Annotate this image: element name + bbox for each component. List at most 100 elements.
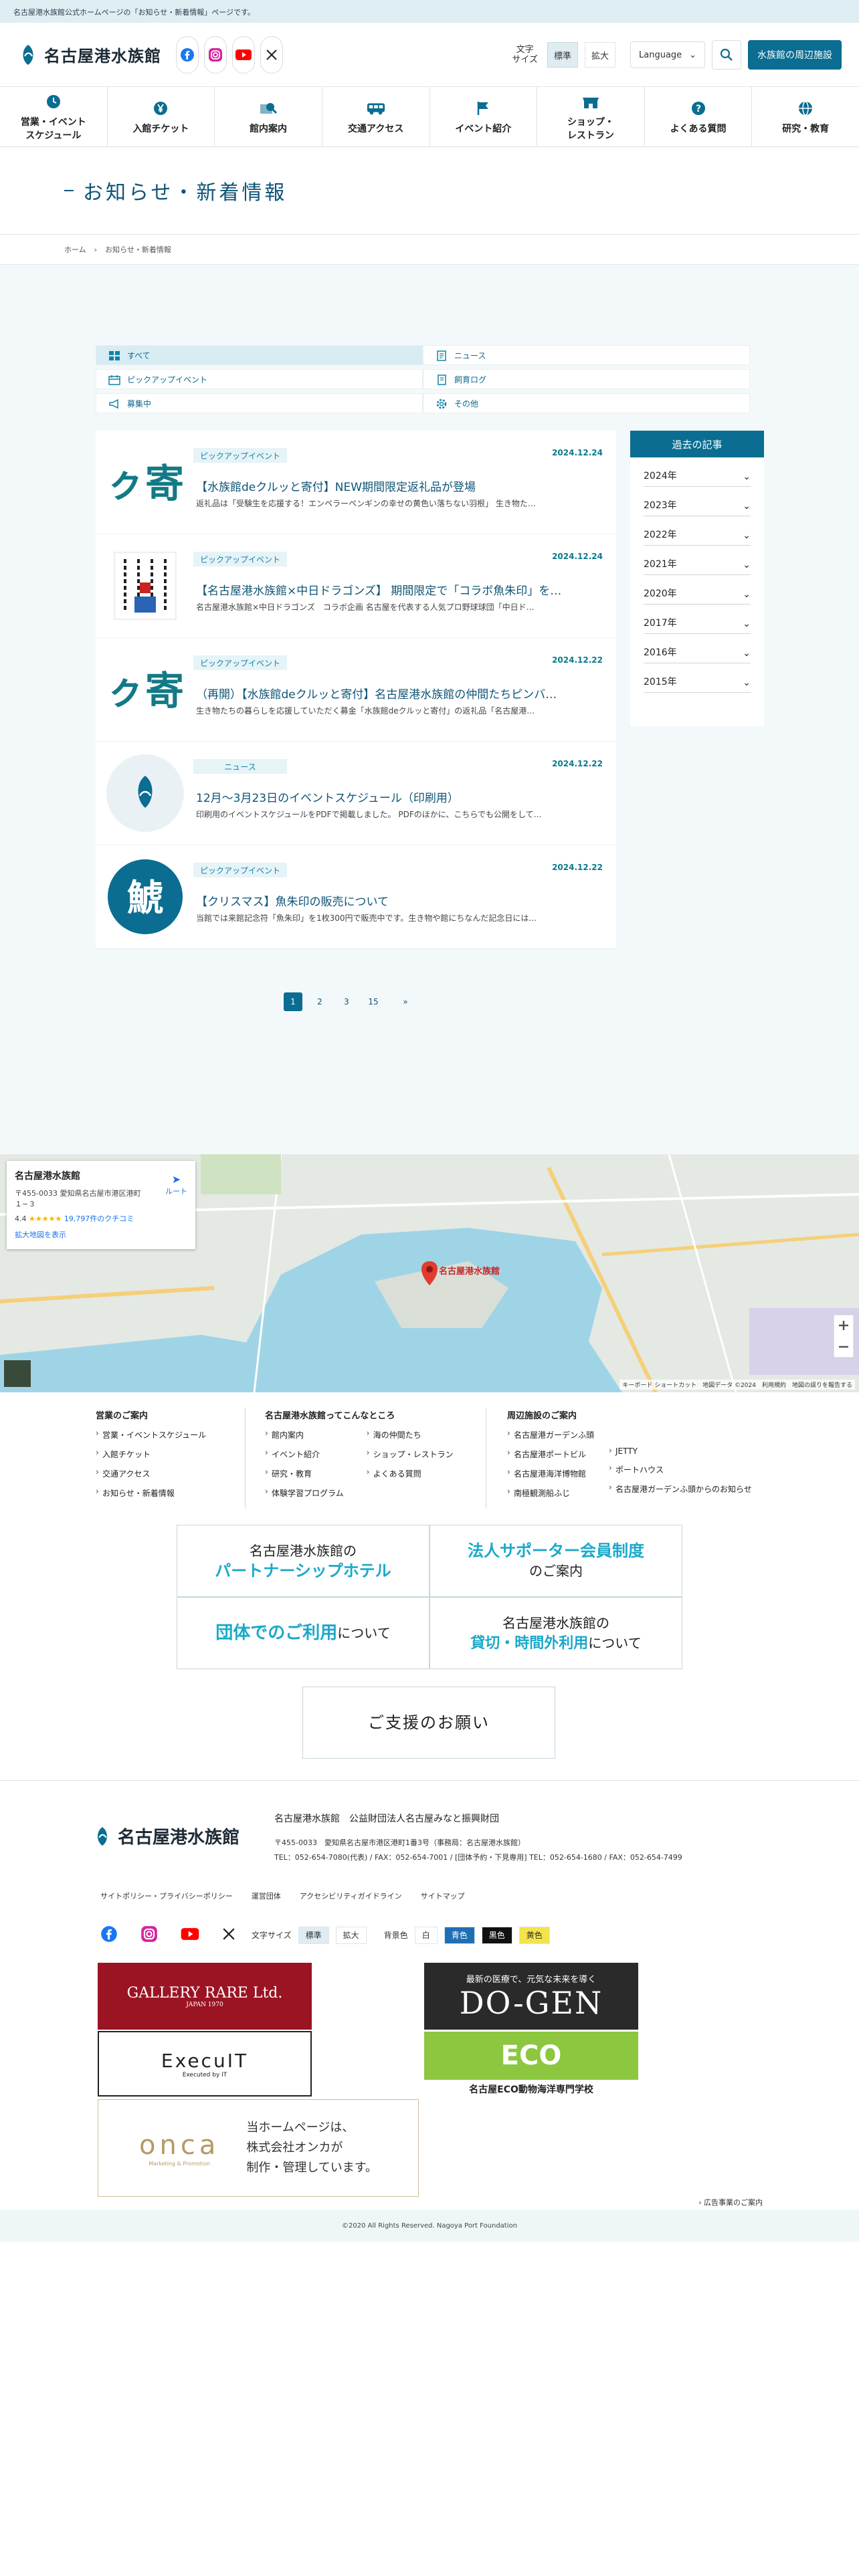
tab-news[interactable]: ニュース: [423, 345, 750, 365]
banner-text: について: [588, 1634, 642, 1651]
page-15-button[interactable]: 15: [364, 992, 383, 1011]
news-category-badge: ピックアップイベント: [193, 863, 287, 877]
private-rental-banner[interactable]: 名古屋港水族館の 貸切・時間外利用について: [430, 1597, 682, 1669]
tab-breeding-log[interactable]: 飼育ログ: [423, 369, 750, 389]
footer-link[interactable]: お知らせ・新着情報: [96, 1487, 206, 1499]
archive-year-select[interactable]: 2015年 ⌄: [644, 663, 751, 693]
nav-access[interactable]: 交通アクセス: [322, 87, 430, 146]
tab-pickup-event[interactable]: ピックアップイベント: [96, 369, 423, 389]
map-reviews-link[interactable]: 19,797件のクチコミ: [64, 1214, 134, 1223]
footer-link[interactable]: ポートハウス: [609, 1463, 752, 1475]
archive-year-select[interactable]: 2023年 ⌄: [644, 487, 751, 516]
font-size-large-button[interactable]: 拡大: [585, 42, 615, 68]
sponsor-execuit[interactable]: ExecuIT Executed by IT: [98, 2031, 312, 2097]
breadcrumb-home[interactable]: ホーム: [64, 244, 86, 255]
news-item[interactable]: ピックアップイベント 2024.12.24 【名古屋港水族館×中日ドラゴンズ】 …: [96, 534, 616, 638]
footer-link[interactable]: 交通アクセス: [96, 1467, 206, 1479]
bg-yellow-button[interactable]: 黄色: [518, 1926, 550, 1944]
nav-research[interactable]: 研究・教育: [752, 87, 859, 146]
news-category-badge: ニュース: [193, 759, 287, 774]
surrounding-facilities-button[interactable]: 水族館の周辺施設: [748, 40, 842, 70]
archive-year-select[interactable]: 2017年 ⌄: [644, 605, 751, 634]
x-twitter-icon[interactable]: [222, 1927, 235, 1943]
archive-year-select[interactable]: 2021年 ⌄: [644, 546, 751, 575]
map-pin-label: 名古屋港水族館: [439, 1267, 500, 1277]
bg-blue-button[interactable]: 青色: [444, 1926, 475, 1944]
page-1-button[interactable]: 1: [284, 992, 302, 1011]
news-item[interactable]: ㇰ寄 ピックアップイベント 2024.12.22 （再開）【水族館deクルッと寄…: [96, 638, 616, 742]
archive-year-select[interactable]: 2024年 ⌄: [644, 457, 751, 487]
logo-mark-icon: [98, 1826, 107, 1846]
sponsor-do-gen[interactable]: 最新の医療で、元気な未来を導く DO-GEN: [424, 1963, 638, 2030]
footer-link[interactable]: 南極観測船ふじ: [507, 1487, 594, 1499]
footer-link[interactable]: 体験学習プログラム: [265, 1487, 344, 1499]
footer-link[interactable]: 営業・イベントスケジュール: [96, 1428, 206, 1440]
map-enlarge-link[interactable]: 拡大地図を表示: [15, 1229, 187, 1240]
footer-link[interactable]: 名古屋港ポートビル: [507, 1448, 594, 1460]
font-size-standard-button[interactable]: 標準: [547, 42, 578, 68]
group-use-banner[interactable]: 団体でのご利用 について: [177, 1597, 430, 1669]
footer-col-surroundings: 周辺施設のご案内 名古屋港ガーデンふ頭 名古屋港ポートビル 名古屋港海洋博物館 …: [507, 1408, 752, 1507]
facebook-icon[interactable]: [176, 35, 199, 74]
news-item[interactable]: 鯱 ピックアップイベント 2024.12.22 【クリスマス】魚朱印の販売につい…: [96, 845, 616, 949]
archive-year-select[interactable]: 2020年 ⌄: [644, 575, 751, 605]
news-item[interactable]: ニュース 2024.12.22 12月～3月23日のイベントスケジュール（印刷用…: [96, 742, 616, 845]
footer-link[interactable]: 海の仲間たち: [367, 1428, 454, 1440]
language-select[interactable]: Language ⌄: [630, 41, 705, 68]
footer-link[interactable]: 名古屋港ガーデンふ頭からのお知らせ: [609, 1483, 752, 1495]
sponsor-onca[interactable]: onca Marketing & Promotion 当ホームページは、 株式会…: [98, 2099, 419, 2197]
footer-link[interactable]: イベント紹介: [265, 1448, 344, 1460]
footer-link[interactable]: よくある質問: [367, 1467, 454, 1479]
footer-link[interactable]: 名古屋港海洋博物館: [507, 1467, 594, 1479]
archive-year-select[interactable]: 2022年 ⌄: [644, 516, 751, 546]
bg-white-button[interactable]: 白: [414, 1926, 438, 1944]
facebook-icon[interactable]: [100, 1925, 118, 1945]
footer-logo[interactable]: 名古屋港水族館: [94, 1824, 240, 1848]
x-twitter-icon[interactable]: [260, 35, 283, 74]
tab-all[interactable]: すべて: [96, 345, 423, 365]
footer-link[interactable]: 入館チケット: [96, 1448, 206, 1460]
footer-utility-link[interactable]: サイトマップ: [421, 1891, 465, 1901]
footer-utility-link[interactable]: 運営団体: [252, 1891, 281, 1901]
tab-recruiting[interactable]: 募集中: [96, 393, 423, 413]
nav-faq[interactable]: ? よくある質問: [645, 87, 753, 146]
footer-utility-link[interactable]: サイトポリシー・プライバシーポリシー: [100, 1891, 233, 1901]
map-route-button[interactable]: ➤ ルート: [165, 1173, 187, 1196]
google-map[interactable]: 名古屋港水族館 名古屋港水族館 〒455-0033 愛知県名古屋市港区港町 １−…: [0, 1154, 859, 1392]
sponsor-eco-school[interactable]: ECO 名古屋ECO動物海洋専門学校: [424, 2031, 638, 2097]
sponsor-gallery-rare[interactable]: GALLERY RARE Ltd. JAPAN 1970: [98, 1963, 312, 2030]
footer-utility-link[interactable]: アクセシビリティガイドライン: [300, 1891, 402, 1901]
archive-year-select[interactable]: 2016年 ⌄: [644, 634, 751, 663]
map-route-label: ルート: [165, 1187, 187, 1196]
nav-shop[interactable]: ショップ・ レストラン: [537, 87, 645, 146]
footer-link[interactable]: 名古屋港ガーデンふ頭: [507, 1428, 594, 1440]
nav-schedule[interactable]: 営業・イベント スケジュール: [0, 87, 108, 146]
youtube-icon[interactable]: [181, 1927, 199, 1943]
page-2-button[interactable]: 2: [310, 992, 329, 1011]
partnership-hotel-banner[interactable]: 名古屋港水族館の パートナーシップホテル: [177, 1525, 430, 1597]
nav-floor-guide[interactable]: 館内案内: [215, 87, 322, 146]
bg-black-button[interactable]: 黒色: [481, 1926, 512, 1944]
instagram-icon[interactable]: [204, 35, 227, 74]
nav-tickets[interactable]: 入館チケット: [108, 87, 215, 146]
site-logo[interactable]: 名古屋港水族館: [19, 43, 161, 66]
footer-link[interactable]: JETTY: [609, 1446, 752, 1456]
page-3-button[interactable]: 3: [337, 992, 356, 1011]
corporate-supporter-banner[interactable]: 法人サポーター会員制度 のご案内: [430, 1525, 682, 1597]
map-place-address: 〒455-0033 愛知県名古屋市港区港町 １−３: [15, 1189, 141, 1208]
youtube-icon[interactable]: [232, 35, 255, 74]
footer-link[interactable]: 館内案内: [265, 1428, 344, 1440]
footer-font-large-button[interactable]: 拡大: [335, 1926, 367, 1944]
footer-link[interactable]: ショップ・レストラン: [367, 1448, 454, 1460]
tab-other[interactable]: その他: [423, 393, 750, 413]
next-page-button[interactable]: »: [391, 992, 420, 1011]
advertising-info-link[interactable]: › 広告事業のご案内: [698, 2197, 763, 2208]
archive-year-label: 2017年: [644, 618, 677, 629]
footer-font-standard-button[interactable]: 標準: [298, 1926, 329, 1944]
instagram-icon[interactable]: [140, 1925, 158, 1945]
news-item[interactable]: ㇰ寄 ピックアップイベント 2024.12.24 【水族館deクルッと寄付】NE…: [96, 431, 616, 534]
footer-link[interactable]: 研究・教育: [265, 1467, 344, 1479]
search-button[interactable]: [712, 40, 741, 70]
nav-events[interactable]: イベント紹介: [430, 87, 538, 146]
donation-request-banner[interactable]: ご支援のお願い: [302, 1687, 555, 1759]
